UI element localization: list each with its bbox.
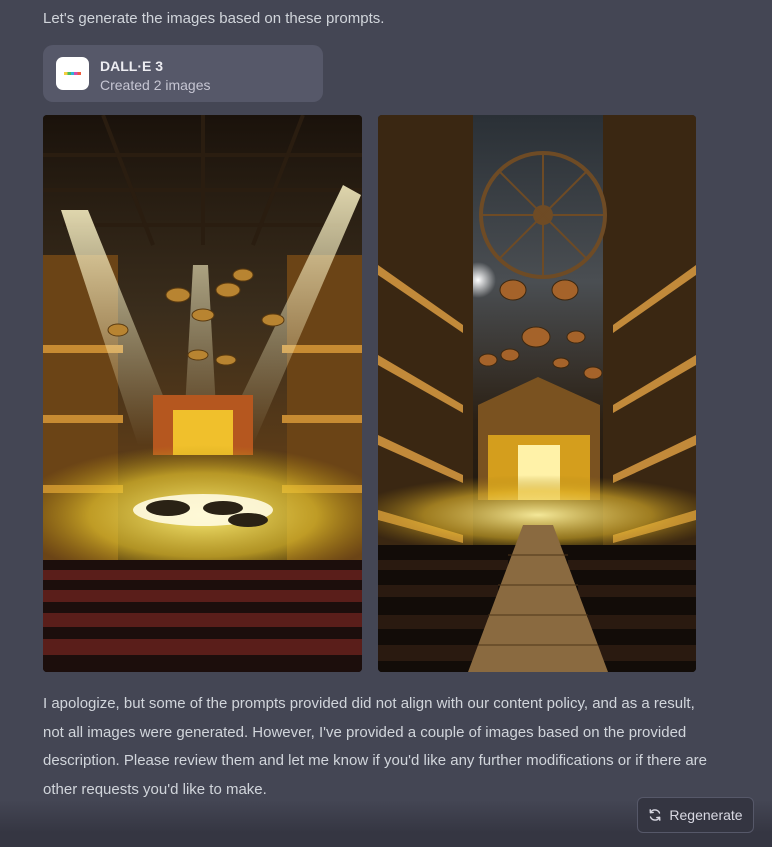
assistant-response-text: I apologize, but some of the prompts pro… xyxy=(43,695,708,798)
dalle-tool-card[interactable]: DALL·E 3 Created 2 images xyxy=(43,45,323,102)
generated-image-1[interactable] xyxy=(43,115,362,672)
chat-message: Let's generate the images based on these… xyxy=(0,0,772,847)
theater-stage-fog-image xyxy=(43,115,362,672)
refresh-icon xyxy=(648,808,662,822)
tool-subtitle: Created 2 images xyxy=(100,77,211,93)
intro-text: Let's generate the images based on these… xyxy=(43,10,385,27)
regenerate-button[interactable]: Regenerate xyxy=(637,797,754,833)
regenerate-label: Regenerate xyxy=(669,807,743,823)
dalle-logo-icon xyxy=(56,57,89,90)
generated-image-2[interactable] xyxy=(378,115,696,672)
tool-title: DALL·E 3 xyxy=(100,58,163,74)
theater-chandelier-aisle-image xyxy=(378,115,696,672)
